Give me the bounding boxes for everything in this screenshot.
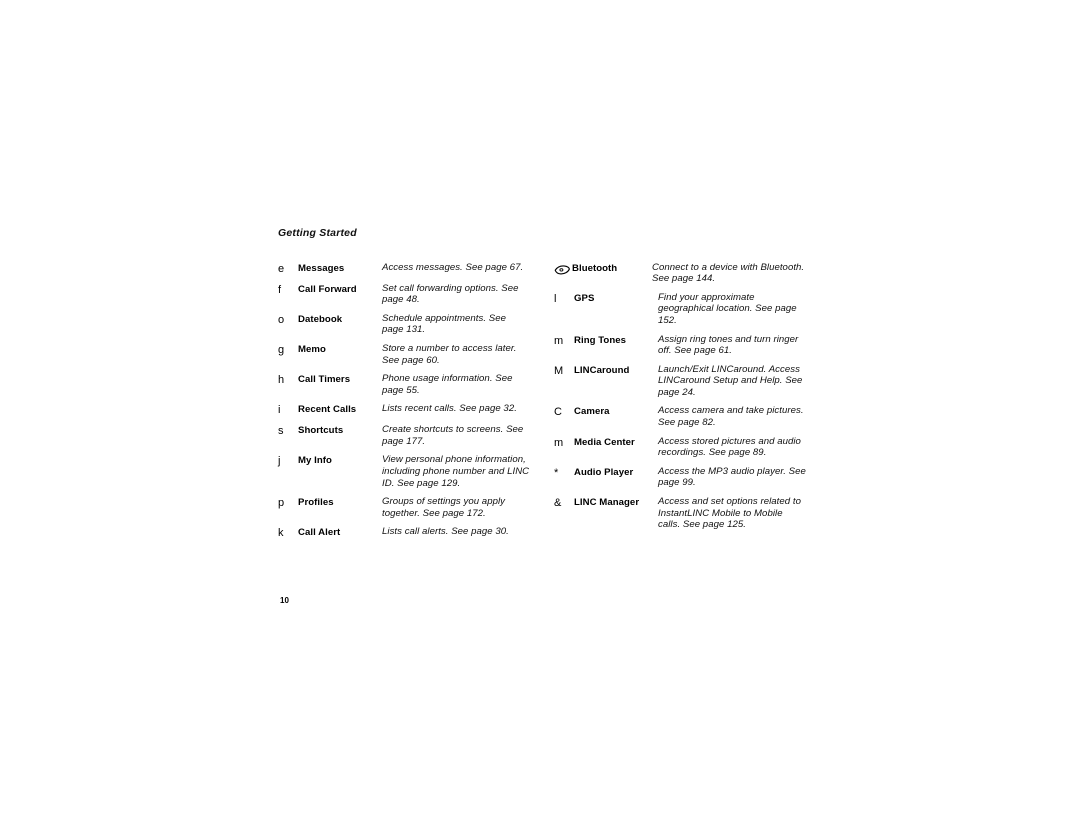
feature-row: i Recent Calls Lists recent calls. See pag…: [278, 403, 530, 417]
feature-description: Access and set options related to Instan…: [658, 496, 801, 531]
feature-row: m Media Center Access stored pictures and …: [554, 436, 806, 459]
messages-icon: e: [278, 262, 285, 275]
feature-column-right: Bluetooth Connect to a device with Blueto…: [554, 262, 806, 538]
feature-row: p Profiles Groups of settings you apply to…: [278, 496, 530, 519]
call-timers-icon: h: [278, 374, 285, 387]
feature-column-left: e Messages Access messages. See page 67. f C…: [278, 262, 530, 548]
feature-description: Lists call alerts. See page 30.: [382, 526, 509, 538]
feature-row: e Messages Access messages. See page 67.: [278, 262, 530, 276]
feature-name: Shortcuts: [298, 425, 344, 437]
feature-description: Access messages. See page 67.: [382, 261, 524, 273]
feature-description: Groups of settings you apply together. S…: [382, 496, 505, 519]
feature-description: Store a number to access later. See page…: [382, 342, 517, 366]
bluetooth-icon: [554, 262, 572, 278]
call-forward-icon: f: [278, 283, 282, 296]
feature-name: Ring Tones: [574, 334, 627, 346]
page-header: Getting Started: [278, 227, 357, 239]
feature-description: Set call forwarding options. See page 48…: [382, 282, 519, 306]
feature-row: o Datebook Schedule appointments. See page…: [278, 313, 530, 336]
feature-description: Access the MP3 audio player. See page 99…: [658, 465, 806, 489]
page-content: Getting Started e Messages Access messages…: [278, 227, 818, 539]
feature-name: LINC Manager: [574, 497, 640, 509]
feature-description: Create shortcuts to screens. See page 17…: [382, 424, 524, 447]
gps-icon: l: [554, 292, 557, 305]
feature-name: Media Center: [574, 436, 635, 448]
feature-row: * Audio Player Access the MP3 audio player…: [554, 466, 806, 489]
call-alert-icon: k: [278, 527, 284, 540]
feature-name: Call Alert: [298, 527, 341, 539]
feature-row: k Call Alert Lists call alerts. See page 3…: [278, 526, 530, 540]
media-center-icon: m: [554, 436, 564, 449]
feature-name: Bluetooth: [572, 262, 618, 274]
datebook-icon: o: [278, 313, 285, 326]
feature-description: Launch/Exit LINCaround. Access LINCaroun…: [658, 363, 803, 398]
camera-icon: C: [554, 406, 562, 419]
feature-row: m Ring Tones Assign ring tones and turn ri…: [554, 334, 806, 357]
shortcuts-icon: s: [278, 425, 284, 438]
feature-row: C Camera Access camera and take pictures. …: [554, 405, 806, 428]
feature-name: Call Forward: [298, 283, 357, 295]
feature-name: Messages: [298, 262, 345, 274]
feature-description: Find your approximate geographical locat…: [658, 291, 797, 326]
ring-tones-icon: m: [554, 334, 564, 347]
feature-row: s Shortcuts Create shortcuts to screens. S…: [278, 424, 530, 447]
feature-description: Lists recent calls. See page 32.: [382, 403, 517, 415]
feature-row: h Call Timers Phone usage information. See…: [278, 373, 530, 396]
feature-description: Access stored pictures and audio recordi…: [658, 435, 801, 459]
memo-icon: g: [278, 343, 285, 356]
my-info-icon: j: [278, 455, 281, 468]
feature-description: Connect to a device with Bluetooth. See …: [652, 261, 805, 285]
feature-description: Schedule appointments. See page 131.: [382, 312, 506, 336]
feature-description: Phone usage information. See page 55.: [382, 373, 513, 396]
feature-name: Profiles: [298, 497, 334, 509]
feature-name: Audio Player: [574, 466, 634, 478]
feature-row: & LINC Manager Access and set options rela…: [554, 496, 806, 531]
feature-row: j My Info View personal phone information,…: [278, 454, 530, 489]
feature-name: Camera: [574, 406, 610, 418]
feature-name: Memo: [298, 343, 326, 355]
feature-row: g Memo Store a number to access later. See…: [278, 343, 530, 366]
feature-description: Access camera and take pictures. See pag…: [658, 405, 804, 429]
audio-player-icon: *: [554, 466, 559, 479]
lincaround-icon: M: [554, 364, 564, 377]
feature-name: My Info: [298, 455, 332, 467]
feature-row: f Call Forward Set call forwarding options…: [278, 283, 530, 306]
recent-calls-icon: i: [278, 404, 281, 417]
feature-description: View personal phone information, includi…: [382, 454, 530, 489]
manual-page: Getting Started e Messages Access messages…: [0, 0, 1080, 834]
page-number: 10: [280, 596, 289, 605]
feature-name: Datebook: [298, 313, 343, 325]
feature-row: l GPS Find your approximate geographical l…: [554, 292, 806, 327]
feature-row: M LINCaround Launch/Exit LINCaround. Acces…: [554, 364, 806, 399]
feature-name: LINCaround: [574, 364, 630, 376]
feature-name: Recent Calls: [298, 404, 357, 416]
linc-manager-icon: &: [554, 497, 562, 510]
feature-description: Assign ring tones and turn ringer off. S…: [658, 333, 799, 357]
profiles-icon: p: [278, 497, 285, 510]
feature-name: GPS: [574, 292, 595, 304]
feature-name: Call Timers: [298, 374, 351, 386]
feature-row: Bluetooth Connect to a device with Blueto…: [554, 262, 806, 285]
